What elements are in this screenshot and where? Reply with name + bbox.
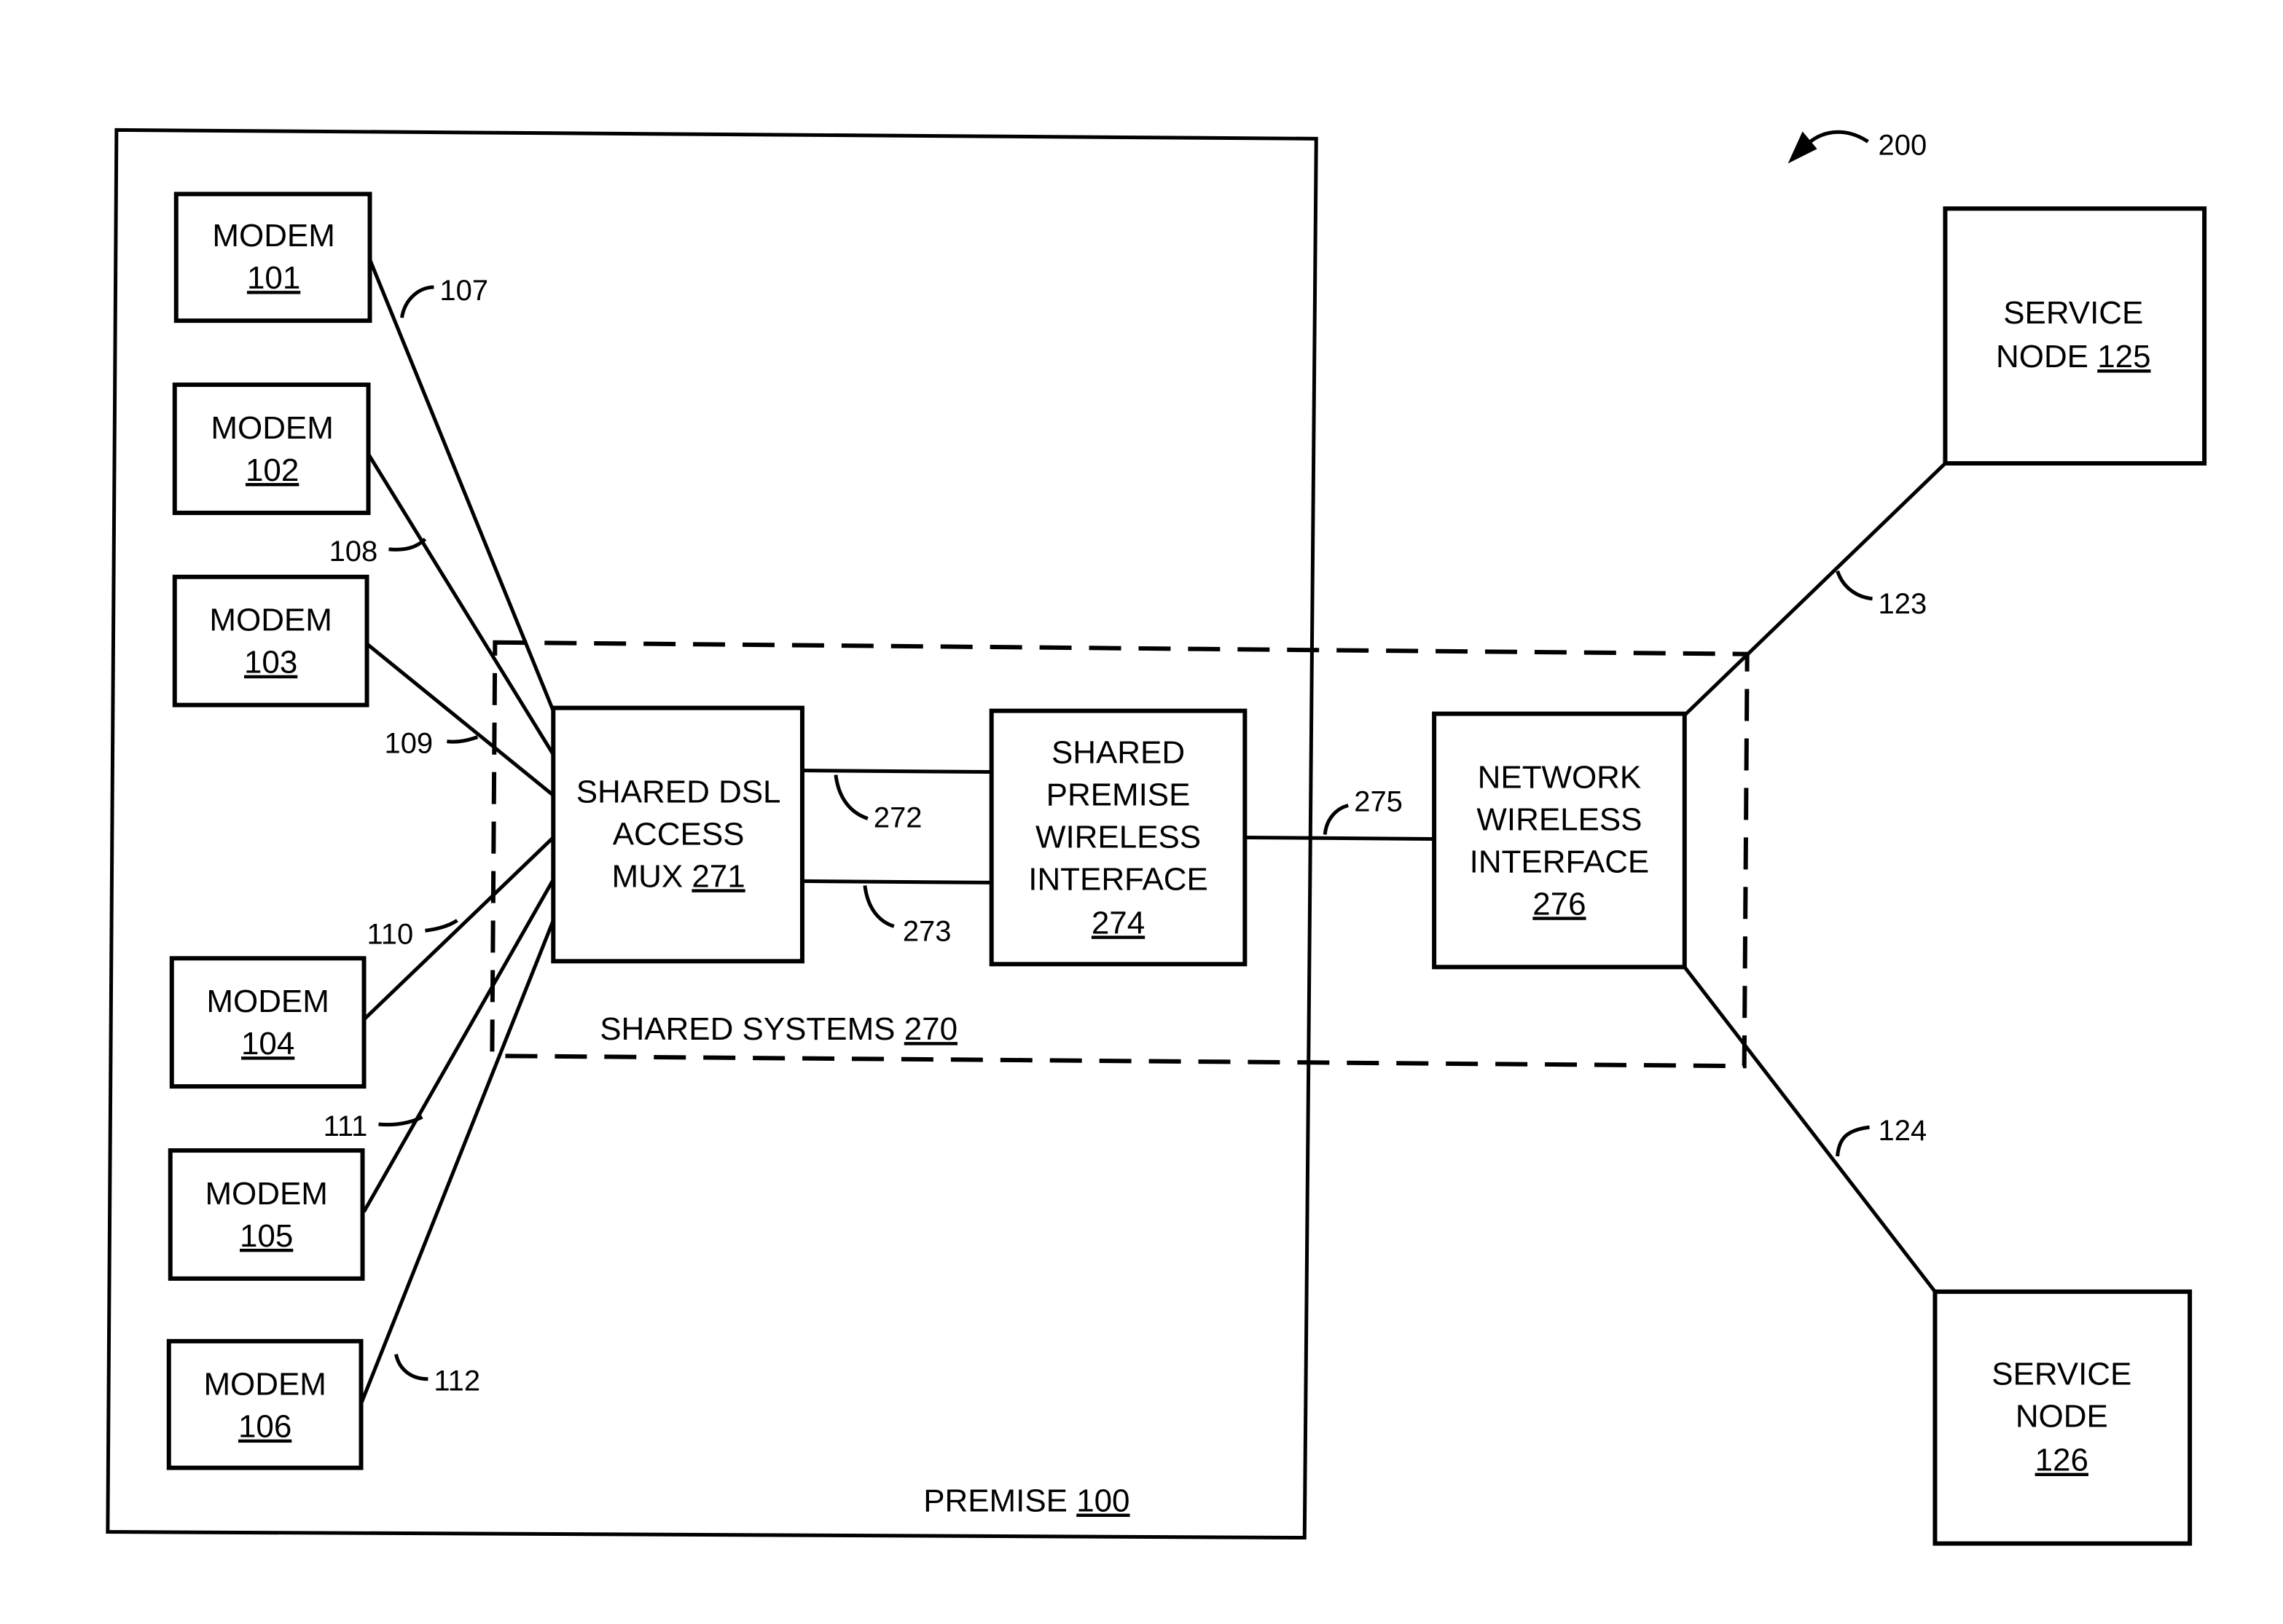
modem-ref: 104 (241, 1026, 294, 1062)
modem-label: MODEM (209, 603, 332, 638)
nwi-ref: 276 (1532, 886, 1586, 922)
network-diagram: PREMISE 100 SHARED SYSTEMS 270 MODEM 101… (106, 128, 2207, 1546)
modem-label: MODEM (211, 410, 333, 446)
ref-123: 123 (1879, 588, 1927, 620)
leader-107 (400, 285, 434, 318)
modem-label: MODEM (212, 218, 334, 254)
figure-ref-200: 200 (1879, 129, 1927, 161)
modem-ref: 101 (247, 260, 300, 296)
leader-110 (425, 919, 458, 933)
dslam-line-2: ACCESS (613, 816, 745, 852)
ref-273: 273 (903, 915, 952, 947)
premise-label: PREMISE 100 (923, 1483, 1129, 1519)
modem-label: MODEM (206, 984, 329, 1019)
ref-109: 109 (384, 728, 433, 760)
modem-ref: 102 (246, 452, 299, 488)
sn125-line-2: NODE 125 (1996, 339, 2150, 374)
leader-112 (394, 1354, 428, 1381)
spwi-line-1: SHARED (1052, 735, 1185, 771)
line-108 (365, 450, 555, 756)
leader-275 (1323, 804, 1349, 835)
leader-273 (863, 885, 895, 928)
modem-104: MODEM 104 (169, 956, 367, 1089)
network-wireless-interface: NETWORK WIRELESS INTERFACE 276 (1432, 711, 1687, 970)
modem-105: MODEM 105 (168, 1148, 365, 1281)
leader-123 (1836, 570, 1873, 601)
modem-label: MODEM (205, 1176, 327, 1212)
shared-premise-wireless-interface: SHARED PREMISE WIRELESS INTERFACE 274 (989, 708, 1248, 967)
spwi-line-3: WIRELESS (1035, 819, 1201, 855)
ref-272: 272 (874, 801, 923, 833)
ref-111: 111 (324, 1110, 368, 1142)
sn126-ref: 126 (2035, 1443, 2088, 1478)
dslam-line-3: MUX 271 (612, 858, 745, 894)
shared-dsl-access-mux: SHARED DSL ACCESS MUX 271 (551, 705, 804, 964)
modem-ref: 105 (240, 1218, 293, 1254)
sn125-line-1: SERVICE (2003, 295, 2143, 331)
leader-124 (1836, 1125, 1870, 1157)
modem-102: MODEM 102 (172, 383, 371, 515)
modem-ref: 106 (238, 1409, 291, 1445)
dslam-line-1: SHARED DSL (576, 774, 781, 810)
link-272 (802, 769, 992, 774)
ref-107: 107 (439, 275, 488, 307)
nwi-line-2: WIRELESS (1476, 801, 1642, 837)
sn126-line-2: NODE (2016, 1399, 2108, 1435)
spwi-line-4: INTERFACE (1028, 861, 1208, 897)
line-109 (365, 642, 555, 797)
leader-109 (447, 735, 479, 744)
link-273 (802, 879, 992, 884)
modem-103: MODEM 103 (172, 574, 369, 707)
spwi-line-2: PREMISE (1046, 777, 1191, 813)
sn126-line-1: SERVICE (1992, 1357, 2131, 1392)
modem-106: MODEM 106 (166, 1338, 364, 1470)
arrowhead-icon (1787, 131, 1817, 164)
nwi-line-3: INTERFACE (1470, 844, 1650, 879)
ref-108: 108 (329, 536, 378, 568)
modem-101: MODEM 101 (173, 192, 372, 323)
figure-ref-arrow (1804, 130, 1869, 148)
ref-124: 124 (1879, 1115, 1927, 1147)
ref-110: 110 (367, 918, 414, 950)
modem-label: MODEM (203, 1367, 326, 1403)
service-node-125: SERVICE NODE 125 (1943, 206, 2207, 466)
ref-275: 275 (1354, 786, 1403, 818)
service-node-126: SERVICE NODE 126 (1932, 1289, 2193, 1546)
link-275 (1245, 835, 1435, 841)
nwi-line-1: NETWORK (1478, 760, 1642, 796)
line-107 (368, 259, 555, 712)
modem-ref: 103 (244, 645, 297, 680)
shared-systems-label: SHARED SYSTEMS 270 (600, 1011, 958, 1047)
spwi-ref: 274 (1092, 905, 1145, 941)
ref-112: 112 (434, 1365, 480, 1397)
leader-272 (834, 774, 869, 820)
